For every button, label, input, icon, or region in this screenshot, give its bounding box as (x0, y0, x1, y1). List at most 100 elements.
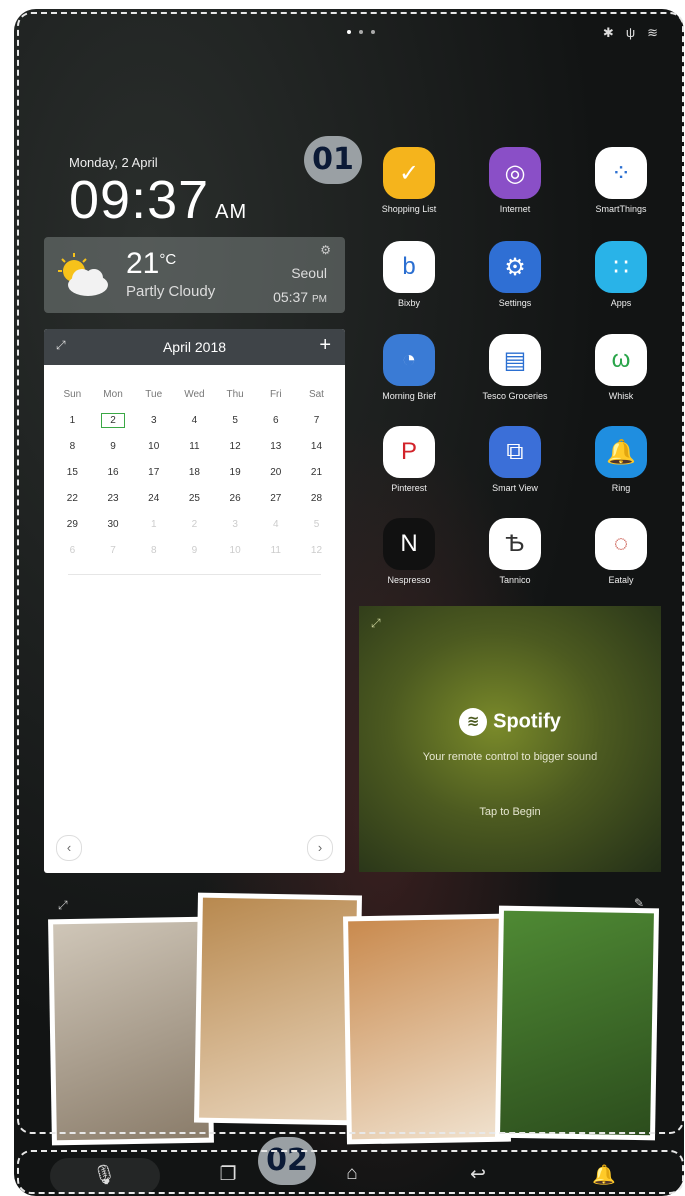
calendar-day[interactable]: 1 (52, 411, 93, 437)
calendar-day[interactable]: 29 (52, 515, 93, 541)
calendar-day[interactable]: 14 (296, 437, 337, 463)
calendar-prev-button[interactable]: ‹ (56, 835, 82, 861)
spotify-widget[interactable]: ⤢ ≋ Spotify Your remote control to bigger… (359, 606, 661, 872)
calendar-day[interactable]: 20 (255, 463, 296, 489)
page-indicator[interactable] (347, 30, 375, 34)
calendar-weekday: Tue (145, 389, 163, 400)
app-shopping-list[interactable]: ✓ Shopping List (359, 147, 459, 214)
calendar-day[interactable]: 23 (93, 489, 134, 515)
home-button[interactable]: ⌂ (336, 1163, 368, 1185)
recent-apps-button[interactable]: ❐ (212, 1163, 244, 1186)
app-label: Shopping List (381, 204, 437, 214)
calendar-weekday-row: Sun Mon Tue Wed Thu Fri Sat (52, 385, 337, 411)
calendar-day[interactable]: 25 (174, 489, 215, 515)
app-whisk[interactable]: ω Whisk (571, 334, 671, 401)
calendar-day[interactable]: 15 (52, 463, 93, 489)
calendar-day[interactable]: 3 (215, 515, 256, 541)
calendar-day[interactable]: 24 (133, 489, 174, 515)
app-label: Tesco Groceries (482, 391, 548, 401)
calendar-day[interactable]: 9 (174, 541, 215, 567)
calendar-day[interactable]: 26 (215, 489, 256, 515)
partly-cloudy-icon (58, 253, 108, 296)
calendar-day[interactable]: 10 (215, 541, 256, 567)
temperature-value: 21 (126, 247, 160, 280)
notifications-button[interactable]: 🔔 (588, 1163, 620, 1187)
app-tannico[interactable]: Ѣ Tannico (465, 518, 565, 585)
expand-icon[interactable]: ⤢ (58, 898, 68, 913)
calendar-day[interactable]: 7 (296, 411, 337, 437)
calendar-day[interactable]: 16 (93, 463, 134, 489)
calendar-widget[interactable]: ⤢ April 2018 + Sun Mon Tue Wed Thu Fri Sat 1 2 3 4… (44, 329, 345, 873)
calendar-day[interactable]: 2 (174, 515, 215, 541)
photo-family-breakfast[interactable] (343, 913, 511, 1145)
temperature-unit: °C (159, 251, 177, 268)
app-pinterest[interactable]: P Pinterest (359, 426, 459, 493)
app-morning-brief[interactable]: ◔ Morning Brief (359, 334, 459, 401)
app-bixby[interactable]: b Bixby (359, 241, 459, 308)
calendar-day[interactable]: 4 (255, 515, 296, 541)
calendar-month-title: April 2018 (162, 339, 227, 355)
app-label: Morning Brief (382, 391, 436, 401)
calendar-day[interactable]: 6 (255, 411, 296, 437)
calendar-day[interactable]: 12 (215, 437, 256, 463)
calendar-day[interactable]: 19 (215, 463, 256, 489)
app-eataly[interactable]: ◌ Eataly (571, 518, 671, 585)
app-label: Apps (610, 298, 632, 308)
photo-image (500, 910, 654, 1136)
fridge-home-screen: ✱ ψ ≋ Monday, 2 April 09:37 AM 21°C Partl… (14, 9, 684, 1196)
calendar-day[interactable]: 1 (133, 515, 174, 541)
app-settings[interactable]: ⚙ Settings (465, 241, 565, 308)
app-smartthings[interactable]: ⁘ SmartThings (571, 147, 671, 214)
app-smart-view[interactable]: ⧉ Smart View (465, 426, 565, 493)
calendar-next-button[interactable]: › (307, 835, 333, 861)
app-label: Eataly (608, 575, 634, 585)
calendar-day[interactable]: 5 (296, 515, 337, 541)
expand-icon[interactable]: ⤢ (371, 616, 381, 631)
clock-widget[interactable]: 09:37 AM (69, 169, 247, 231)
app-tesco-groceries[interactable]: ▤ Tesco Groceries (465, 334, 565, 401)
app-label: Whisk (608, 391, 634, 401)
spotify-tap-to-begin[interactable]: Tap to Begin (359, 806, 661, 818)
app-internet[interactable]: ◎ Internet (465, 147, 565, 214)
app-ring[interactable]: 🔔 Ring (571, 426, 671, 493)
calendar-day[interactable]: 27 (255, 489, 296, 515)
calendar-day[interactable]: 5 (215, 411, 256, 437)
weather-settings-icon[interactable]: ⚙ (320, 243, 331, 257)
calendar-day[interactable]: 8 (133, 541, 174, 567)
wifi-icon: ≋ (647, 25, 658, 40)
calendar-day[interactable]: 22 (52, 489, 93, 515)
calendar-day[interactable]: 17 (133, 463, 174, 489)
back-button[interactable]: ↩ (462, 1163, 494, 1186)
calendar-day[interactable]: 11 (255, 541, 296, 567)
calendar-day-today[interactable]: 2 (93, 411, 134, 437)
calendar-day[interactable]: 30 (93, 515, 134, 541)
calendar-day[interactable]: 4 (174, 411, 215, 437)
add-event-button[interactable]: + (319, 334, 331, 357)
date-label: Monday, 2 April (69, 155, 158, 170)
photo-cat-bedroom[interactable] (48, 916, 214, 1146)
calendar-week-row: 22 23 24 25 26 27 28 (52, 489, 337, 515)
pinterest-icon: P (383, 426, 435, 478)
calendar-day[interactable]: 3 (133, 411, 174, 437)
app-nespresso[interactable]: N Nespresso (359, 518, 459, 585)
calendar-day[interactable]: 13 (255, 437, 296, 463)
calendar-day[interactable]: 18 (174, 463, 215, 489)
calendar-day[interactable]: 11 (174, 437, 215, 463)
morning-brief-icon: ◔ (383, 334, 435, 386)
app-label: Nespresso (387, 575, 431, 585)
calendar-day[interactable]: 10 (133, 437, 174, 463)
calendar-day[interactable]: 8 (52, 437, 93, 463)
app-apps[interactable]: ∷ Apps (571, 241, 671, 308)
calendar-weekday: Sun (63, 389, 82, 400)
photo-family-portrait[interactable] (194, 892, 362, 1126)
calendar-day[interactable]: 6 (52, 541, 93, 567)
calendar-day[interactable]: 12 (296, 541, 337, 567)
calendar-day[interactable]: 9 (93, 437, 134, 463)
calendar-day[interactable]: 7 (93, 541, 134, 567)
microphone-icon[interactable]: 🎙 (88, 1163, 120, 1187)
calendar-day[interactable]: 21 (296, 463, 337, 489)
weather-widget[interactable]: 21°C Partly Cloudy ⚙ Seoul 05:37 PM (44, 237, 345, 313)
local-time-ampm: PM (312, 294, 327, 305)
calendar-day[interactable]: 28 (296, 489, 337, 515)
photo-dog-garden[interactable] (494, 905, 660, 1141)
